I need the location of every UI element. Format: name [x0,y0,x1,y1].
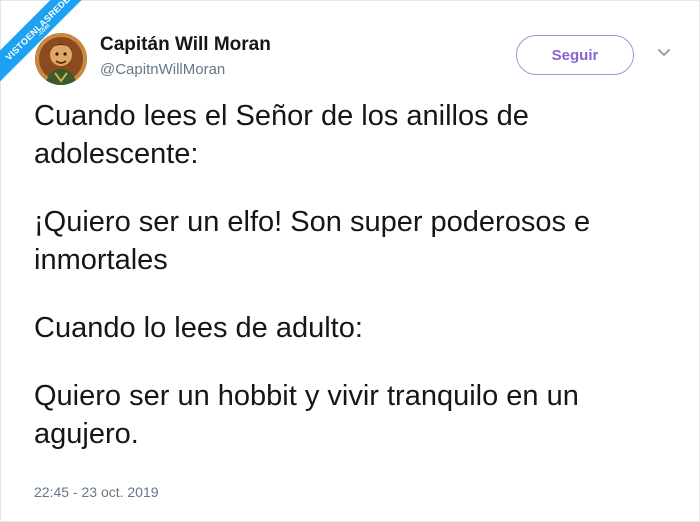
avatar[interactable] [35,33,87,85]
tweet-paragraph: Quiero ser un hobbit y vivir tranquilo e… [34,380,579,450]
user-handle[interactable]: @CapitnWillMoran [100,61,225,78]
tweet-timestamp[interactable]: 22:45 - 23 oct. 2019 [34,484,159,500]
follow-button[interactable]: Seguir [516,35,634,75]
user-display-name[interactable]: Capitán Will Moran [100,34,271,56]
chevron-down-icon[interactable] [656,47,672,59]
tweet-paragraph: Cuando lo lees de adulto: [34,312,363,344]
avatar-portrait-icon [35,33,87,85]
tweet-paragraph: ¡Quiero ser un elfo! Son super poderosos… [34,206,591,276]
tweet-card: VISTOENLASREDES .com Capitán Will Moran … [0,0,700,522]
tweet-body: Cuando lees el Señor de los anillos de a… [34,97,674,453]
tweet-paragraph: Cuando lees el Señor de los anillos de a… [34,100,529,170]
